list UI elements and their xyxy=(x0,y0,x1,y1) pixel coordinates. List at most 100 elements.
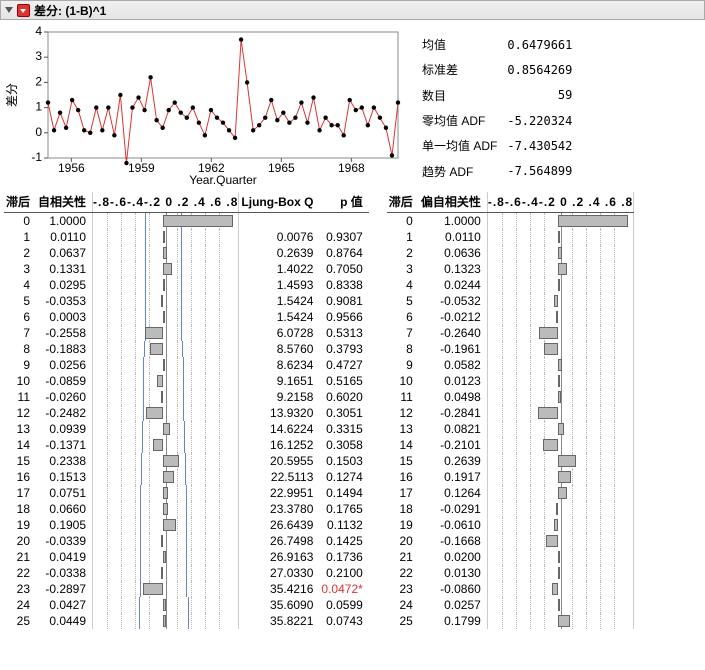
corr-bar xyxy=(488,277,633,293)
col-lb: Ljung-Box Q xyxy=(239,192,319,213)
lb-cell: 26.6439 xyxy=(239,517,319,533)
lag-cell: 12 xyxy=(387,405,419,421)
ac-cell: 0.1905 xyxy=(36,517,93,533)
corr-bar xyxy=(93,549,238,565)
pac-cell: -0.0212 xyxy=(419,309,488,325)
lag-cell: 22 xyxy=(4,565,36,581)
pac-cell: 0.0257 xyxy=(419,597,488,613)
lag-cell: 7 xyxy=(4,325,36,341)
lag-cell: 21 xyxy=(4,549,36,565)
lb-cell xyxy=(239,213,319,230)
pac-cell: 0.1799 xyxy=(419,613,488,629)
p-cell: 0.1765 xyxy=(319,501,368,517)
red-menu-icon[interactable] xyxy=(17,4,30,17)
corr-bar xyxy=(488,309,633,325)
pac-cell: 0.0200 xyxy=(419,549,488,565)
lag-cell: 24 xyxy=(387,597,419,613)
lag-cell: 13 xyxy=(4,421,36,437)
corr-bar xyxy=(93,581,238,597)
lag-cell: 16 xyxy=(387,469,419,485)
corr-bar xyxy=(93,325,238,341)
svg-text:1968: 1968 xyxy=(338,161,365,175)
pac-cell: 0.0130 xyxy=(419,565,488,581)
corr-bar xyxy=(93,517,238,533)
ac-cell: 1.0000 xyxy=(36,213,93,230)
lag-cell: 17 xyxy=(387,485,419,501)
panel-title: 差分: (1-B)^1 xyxy=(34,2,106,19)
ac-cell: -0.0339 xyxy=(36,533,93,549)
lag-cell: 14 xyxy=(387,437,419,453)
corr-bar xyxy=(93,533,238,549)
stat-value: 0.8564269 xyxy=(507,59,580,82)
ac-cell: 0.0449 xyxy=(36,613,93,629)
p-cell: 0.2100 xyxy=(319,565,368,581)
p-cell: 0.3051 xyxy=(319,405,368,421)
p-cell: 0.3793 xyxy=(319,341,368,357)
lb-cell: 0.0076 xyxy=(239,229,319,245)
svg-text:-1: -1 xyxy=(31,150,42,164)
lag-cell: 17 xyxy=(4,485,36,501)
corr-bar xyxy=(488,229,633,245)
lag-cell: 10 xyxy=(4,373,36,389)
disclosure-triangle-icon[interactable] xyxy=(5,7,13,13)
lb-cell: 1.5424 xyxy=(239,309,319,325)
p-cell: 0.3058 xyxy=(319,437,368,453)
pac-cell: 0.1264 xyxy=(419,485,488,501)
lag-cell: 11 xyxy=(4,389,36,405)
corr-bar xyxy=(488,533,633,549)
lb-cell: 13.9320 xyxy=(239,405,319,421)
ac-cell: 0.0003 xyxy=(36,309,93,325)
corr-bar xyxy=(93,213,238,229)
stat-value: -5.220324 xyxy=(507,110,580,133)
ac-cell: 0.0939 xyxy=(36,421,93,437)
stat-value: 0.6479661 xyxy=(507,34,580,57)
lb-cell: 9.2158 xyxy=(239,389,319,405)
corr-bar xyxy=(488,293,633,309)
col-lag-2: 滞后 xyxy=(387,192,419,213)
ac-cell: 0.2338 xyxy=(36,453,93,469)
svg-text:1959: 1959 xyxy=(128,161,155,175)
panel-header[interactable]: 差分: (1-B)^1 xyxy=(0,0,705,20)
corr-bar xyxy=(488,469,633,485)
p-cell: 0.1425 xyxy=(319,533,368,549)
lb-cell: 9.1651 xyxy=(239,373,319,389)
corr-bar xyxy=(93,261,238,277)
lb-cell: 22.9951 xyxy=(239,485,319,501)
ac-cell: 0.1331 xyxy=(36,261,93,277)
pac-cell: -0.2841 xyxy=(419,405,488,421)
lag-cell: 13 xyxy=(387,421,419,437)
ac-cell: -0.2558 xyxy=(36,325,93,341)
ac-cell: 0.0427 xyxy=(36,597,93,613)
col-pac: 偏自相关性 xyxy=(419,192,488,213)
p-cell: 0.9081 xyxy=(319,293,368,309)
col-acf-ticks: -.8-.6-.4-.2 0 .2 .4 .6 .8 xyxy=(93,192,239,213)
p-cell: 0.9307 xyxy=(319,229,368,245)
svg-text:1965: 1965 xyxy=(268,161,295,175)
pac-cell: -0.0610 xyxy=(419,517,488,533)
lag-cell: 1 xyxy=(4,229,36,245)
corr-bar xyxy=(488,405,633,421)
p-cell: 0.1274 xyxy=(319,469,368,485)
corr-bar xyxy=(93,437,238,453)
ac-cell: -0.1371 xyxy=(36,437,93,453)
corr-bar xyxy=(488,565,633,581)
corr-bar xyxy=(488,597,633,613)
p-cell: 0.4727 xyxy=(319,357,368,373)
lag-cell: 18 xyxy=(4,501,36,517)
ac-cell: 0.0660 xyxy=(36,501,93,517)
p-cell: 0.0599 xyxy=(319,597,368,613)
acf-pacf-tables: 滞后 自相关性 -.8-.6-.4-.2 0 .2 .4 .6 .8 01.00… xyxy=(0,192,705,635)
p-cell: 0.5313 xyxy=(319,325,368,341)
corr-bar xyxy=(488,421,633,437)
ac-cell: 0.0295 xyxy=(36,277,93,293)
ac-cell: -0.1883 xyxy=(36,341,93,357)
lb-cell: 20.5955 xyxy=(239,453,319,469)
svg-text:1: 1 xyxy=(35,100,42,114)
p-cell: 0.0472* xyxy=(319,581,368,597)
lag-cell: 0 xyxy=(387,213,419,230)
lag-cell: 8 xyxy=(4,341,36,357)
lag-cell: 2 xyxy=(4,245,36,261)
corr-bar xyxy=(488,437,633,453)
ac-cell: -0.0859 xyxy=(36,373,93,389)
pac-cell: 1.0000 xyxy=(419,213,488,230)
